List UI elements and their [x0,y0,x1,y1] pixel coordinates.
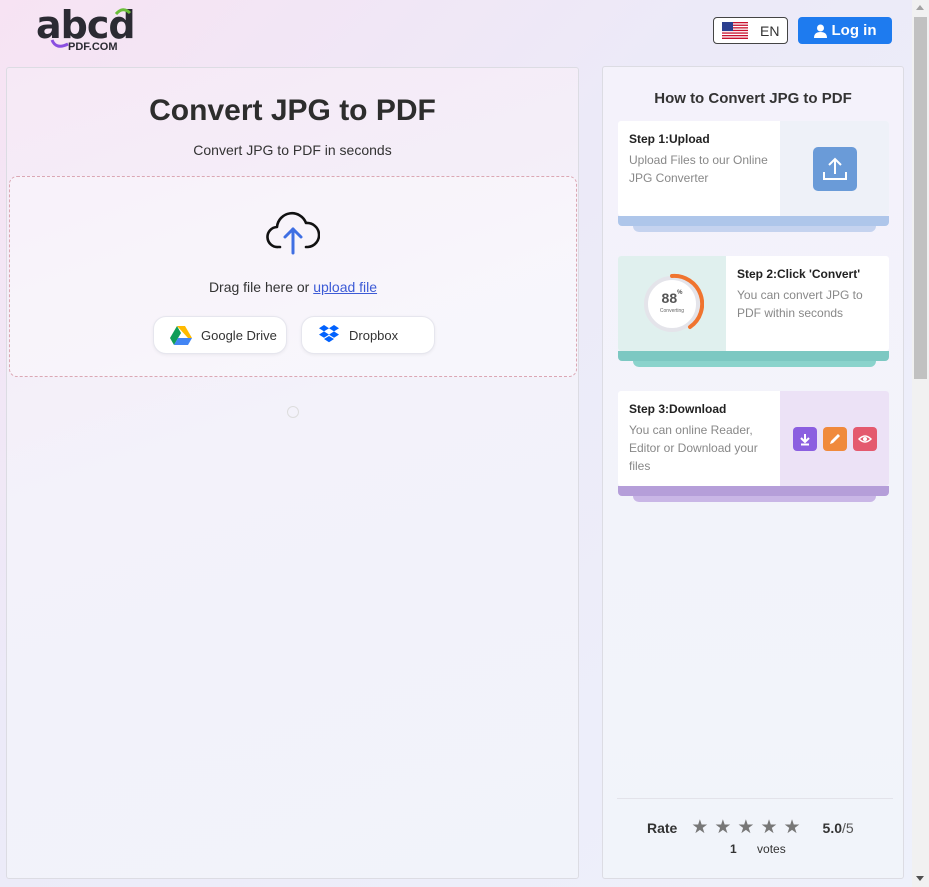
page-subtitle: Convert JPG to PDF in seconds [193,142,392,158]
edit-icon [822,426,847,451]
step-1-text: Step 1:Upload Upload Files to our Online… [618,121,780,216]
progress-ring: 88% Converting [640,272,705,336]
step-3-description: You can online Reader, Editor or Downloa… [629,423,758,473]
scrollbar-thumb[interactable] [914,17,927,379]
step-1-content: Step 1:Upload Upload Files to our Online… [618,121,889,216]
step-2-description: You can convert JPG to PDF within second… [737,288,863,320]
how-to-panel: How to Convert JPG to PDF Step 1:Upload … [602,66,904,879]
download-icon [792,426,817,451]
dropbox-icon [319,325,339,343]
google-drive-label: Google Drive [201,327,277,343]
votes-label: votes [757,842,786,856]
step-2-heading: Step 2:Click 'Convert' [737,267,861,281]
rating-stars[interactable]: ★★★★★ [691,818,812,837]
step-1-heading: Step 1:Upload [629,132,710,146]
votes-info: 1 votes [730,842,786,856]
progress-unit: % [677,289,683,296]
language-selector[interactable]: EN [713,17,788,44]
step-2-text: Step 2:Click 'Convert' You can convert J… [726,256,889,351]
google-drive-icon [170,325,192,345]
google-drive-button[interactable]: Google Drive [153,316,287,354]
step-2-band [618,351,889,361]
step-1-description: Upload Files to our Online JPG Converter [629,153,768,185]
login-button[interactable]: Log in [798,17,892,44]
progress-value: 88 [661,289,678,306]
step-1-card: Step 1:Upload Upload Files to our Online… [618,121,889,232]
rating-value: 5.0 [822,820,842,836]
view-icon [852,426,877,451]
step-2-illustration: 88% Converting [618,256,726,351]
loading-indicator [287,406,299,418]
star-icon[interactable]: ★★★★★ [691,818,806,837]
upload-icon [812,146,857,191]
step-3-band [618,486,889,496]
logo-subtext: PDF.COM [68,41,118,53]
drag-text: Drag file here or [208,279,310,295]
us-flag-icon [722,22,748,39]
step-3-card: Step 3:Download You can online Reader, E… [618,391,889,502]
rating-label: Rate [647,820,678,836]
drag-instructions: Drag file here or upload file [10,279,576,295]
rating-row: Rate ★★★★★ 5.0 /5 [647,818,867,837]
step-1-illustration [780,121,889,216]
step-3-illustration [780,391,889,486]
user-icon [813,24,827,38]
step-3-content: Step 3:Download You can online Reader, E… [618,391,889,486]
step-2-content: 88% Converting Step 2:Click 'Convert' Yo… [618,256,889,351]
dropbox-label: Dropbox [349,327,399,343]
dropbox-button[interactable]: Dropbox [301,316,435,354]
rating-max: /5 [842,820,854,836]
scroll-down-arrow-icon[interactable] [916,876,924,881]
login-label: Log in [831,22,877,39]
converter-panel: Convert JPG to PDF Convert JPG to PDF in… [6,67,579,879]
step-3-heading: Step 3:Download [629,402,727,416]
logo-accent-icon [114,8,132,16]
rating-divider [617,798,893,799]
how-to-title: How to Convert JPG to PDF [654,90,852,107]
progress-label: Converting [659,307,685,314]
step-2-card: 88% Converting Step 2:Click 'Convert' Yo… [618,256,889,367]
header: abcd PDF.COM EN Log in [0,0,912,62]
language-label: EN [760,22,780,39]
logo[interactable]: abcd PDF.COM [36,6,136,54]
step-1-band [618,216,889,226]
file-dropzone[interactable]: Drag file here or upload file Google Dri… [9,176,577,377]
upload-file-link[interactable]: upload file [313,279,377,295]
page-title: Convert JPG to PDF [149,94,436,127]
cloud-upload-icon [266,211,320,255]
votes-count: 1 [730,842,737,856]
scroll-up-arrow-icon[interactable] [916,5,924,10]
step-3-text: Step 3:Download You can online Reader, E… [618,391,780,486]
